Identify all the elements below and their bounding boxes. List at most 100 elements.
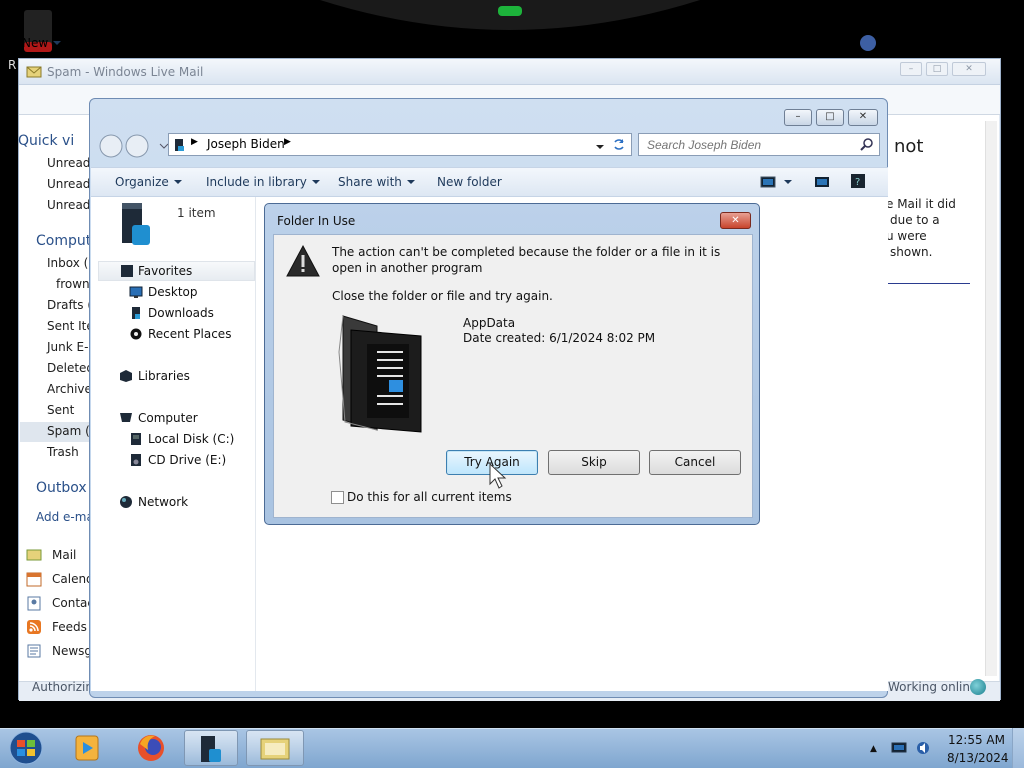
view-options-icon[interactable] — [760, 175, 794, 189]
skip-button[interactable]: Skip — [548, 450, 640, 475]
local-disk-icon — [129, 432, 143, 446]
clock-time[interactable]: 12:55 AM — [948, 733, 1005, 747]
mail-status-right: Working online — [888, 680, 978, 694]
mail-scrollbar[interactable] — [985, 121, 997, 676]
apply-to-all-checkbox[interactable] — [331, 491, 344, 504]
refresh-icon[interactable] — [608, 133, 632, 156]
newsgroups-icon — [26, 643, 42, 659]
address-dropdown-icon[interactable] — [591, 140, 604, 154]
quick-view-item[interactable]: Unread — [47, 198, 90, 212]
cancel-button[interactable]: Cancel — [649, 450, 741, 475]
share-with-menu[interactable]: Share with — [338, 175, 415, 189]
taskbar-mail[interactable] — [246, 730, 304, 766]
network-tray-icon[interactable] — [891, 741, 907, 755]
breadcrumb-arrow-icon[interactable]: ▶ — [191, 137, 198, 147]
downloads-icon — [129, 306, 143, 320]
quick-view-item[interactable]: Unread — [47, 177, 90, 191]
help-icon[interactable]: ? — [850, 173, 866, 189]
bottom-nav-feeds[interactable]: Feeds — [52, 620, 87, 634]
mail-titlebar[interactable]: Spam - Windows Live Mail – □ ✕ — [19, 59, 1000, 85]
include-label: Include in library — [206, 175, 307, 189]
folder-frowni[interactable]: frowni — [56, 277, 93, 291]
feeds-icon — [26, 619, 42, 635]
favorites-icon — [120, 264, 134, 278]
explorer-close-button[interactable]: ✕ — [848, 109, 878, 126]
search-input[interactable] — [638, 133, 880, 156]
bottom-nav-newsgroups[interactable]: Newsg — [52, 644, 92, 658]
help-icon[interactable] — [860, 35, 876, 51]
nav-computer[interactable]: Computer — [138, 411, 198, 425]
bottom-nav-mail[interactable]: Mail — [52, 548, 76, 562]
mail-close-button[interactable]: ✕ — [952, 62, 986, 76]
dialog-message: The action can't be completed because th… — [332, 245, 721, 275]
contacts-icon — [26, 595, 42, 611]
nav-local-disk[interactable]: Local Disk (C:) — [148, 432, 234, 446]
reading-pane-line: e Mail it did — [886, 197, 956, 211]
folder-drafts[interactable]: Drafts ( — [47, 298, 92, 312]
online-globe-icon — [970, 679, 986, 695]
dialog-close-button[interactable]: ✕ — [720, 212, 751, 229]
mail-new-button[interactable]: New — [22, 36, 62, 50]
bottom-nav-contacts[interactable]: Contac — [52, 596, 94, 610]
taskbar-explorer[interactable] — [184, 730, 238, 766]
folder-deleted[interactable]: Deleted — [47, 361, 94, 375]
start-button[interactable] — [6, 730, 46, 766]
address-bar[interactable]: ▶ Joseph Biden ▶ — [168, 133, 629, 156]
file-name: AppData — [463, 316, 516, 330]
explorer-minimize-button[interactable]: – — [784, 109, 812, 126]
add-email-link[interactable]: Add e-ma — [36, 510, 94, 524]
nav-cd-drive[interactable]: CD Drive (E:) — [148, 453, 226, 467]
nav-desktop[interactable]: Desktop — [148, 285, 198, 299]
include-in-library-menu[interactable]: Include in library — [206, 175, 320, 189]
explorer-maximize-button[interactable]: □ — [816, 109, 844, 126]
nav-recent-places[interactable]: Recent Places — [148, 327, 231, 341]
breadcrumb-arrow-icon[interactable]: ▶ — [284, 137, 291, 147]
organize-label: Organize — [115, 175, 169, 189]
nav-downloads[interactable]: Downloads — [148, 306, 214, 320]
nav-libraries[interactable]: Libraries — [138, 369, 190, 383]
reading-pane-line: u were — [886, 229, 927, 243]
chevron-down-icon — [406, 180, 415, 184]
apply-to-all-label[interactable]: Do this for all current items — [347, 490, 512, 504]
volume-tray-icon[interactable] — [915, 740, 931, 756]
bottom-nav-calendar[interactable]: Calend — [52, 572, 94, 586]
mail-minimize-button[interactable]: – — [900, 62, 922, 76]
sign-in-link[interactable]: Sign in — [921, 36, 962, 50]
show-hidden-icons-button[interactable]: ▲ — [870, 744, 877, 754]
folder-sent[interactable]: Sent — [47, 403, 74, 417]
cd-drive-icon — [129, 453, 143, 467]
mail-app-icon — [26, 64, 42, 80]
computer-heading[interactable]: Comput — [36, 233, 91, 249]
search-icon[interactable] — [860, 137, 874, 151]
back-forward-buttons[interactable] — [98, 133, 168, 159]
clock-date[interactable]: 8/13/2024 — [947, 751, 1009, 765]
nav-favorites[interactable]: Favorites — [138, 264, 192, 278]
mail-maximize-button[interactable]: □ — [926, 62, 948, 76]
taskbar-media-player[interactable] — [64, 730, 110, 766]
reading-pane-line: due to a — [890, 213, 940, 227]
desktop-shortcut-label: R — [8, 58, 17, 72]
outbox-heading[interactable]: Outbox — [36, 480, 87, 496]
new-folder-button[interactable]: New folder — [437, 175, 502, 189]
network-icon — [119, 495, 133, 509]
mouse-cursor-icon — [488, 462, 510, 490]
warning-icon — [285, 244, 321, 278]
organize-menu[interactable]: Organize — [115, 175, 182, 189]
preview-pane-icon[interactable] — [814, 175, 830, 189]
share-label: Share with — [338, 175, 402, 189]
quick-view-item[interactable]: Unread — [47, 156, 90, 170]
libraries-icon — [119, 369, 133, 383]
show-desktop-button[interactable] — [1012, 728, 1024, 768]
chevron-down-icon — [311, 180, 320, 184]
reading-pane-heading: not — [894, 136, 924, 157]
mail-new-label: New — [22, 36, 49, 50]
calendar-icon — [26, 571, 42, 587]
recent-places-icon — [129, 327, 143, 341]
svg-text:?: ? — [855, 177, 860, 188]
address-path[interactable]: Joseph Biden — [207, 137, 285, 151]
taskbar-firefox[interactable] — [128, 730, 174, 766]
quick-views-heading[interactable]: Quick vi — [18, 133, 74, 149]
folder-junk[interactable]: Junk E-r — [47, 340, 93, 354]
nav-network[interactable]: Network — [138, 495, 188, 509]
folder-trash[interactable]: Trash — [47, 445, 79, 459]
